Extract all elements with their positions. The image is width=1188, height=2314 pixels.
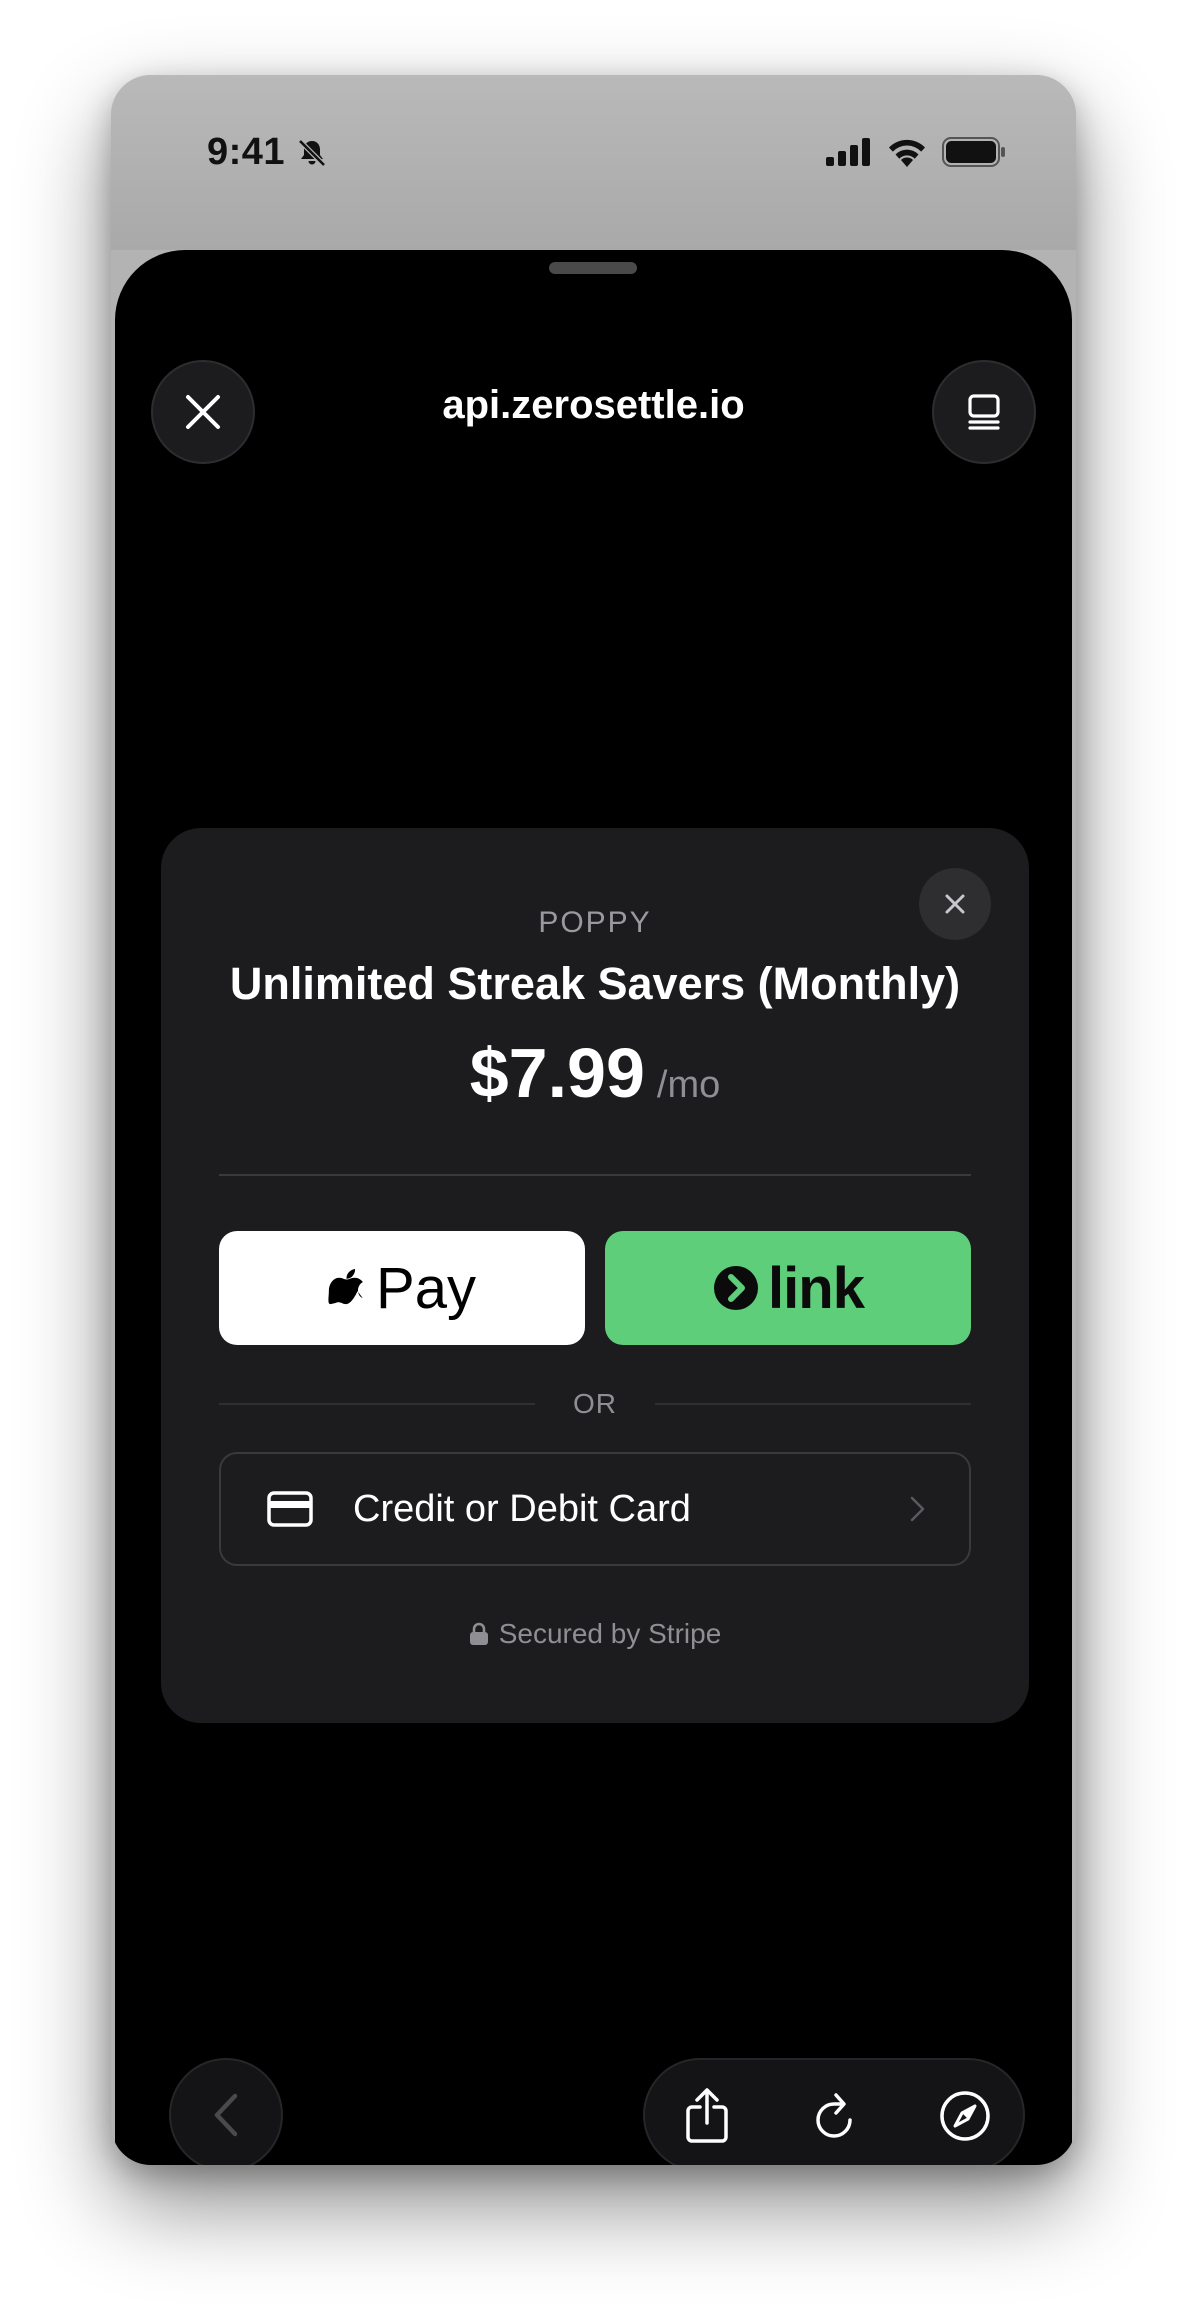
share-button[interactable] (673, 2082, 741, 2150)
product-title: Unlimited Streak Savers (Monthly) (229, 958, 961, 1009)
merchant-name: POPPY (538, 906, 652, 939)
apple-pay-label: Pay (376, 1255, 476, 1321)
link-pay-button[interactable]: link (605, 1231, 971, 1345)
link-logo-icon (714, 1266, 759, 1310)
lock-icon (469, 1622, 488, 1645)
secured-text: Secured by Stripe (498, 1618, 722, 1649)
url-title: api.zerosettle.io (442, 383, 745, 427)
page-menu-button[interactable] (932, 360, 1036, 464)
sheet-grabber[interactable] (549, 262, 637, 274)
status-bar: 9:41 (111, 75, 1076, 250)
or-separator: OR (219, 1388, 971, 1420)
or-line-left (219, 1403, 535, 1405)
phone-frame: 9:41 api.zerosettle.io POPPY Unlimited S… (111, 75, 1076, 2165)
back-button[interactable] (169, 2058, 283, 2165)
share-icon (686, 2088, 728, 2143)
browser-toolbar (643, 2058, 1025, 2165)
credit-card-icon (267, 1491, 313, 1527)
browser-sheet: api.zerosettle.io POPPY Unlimited Streak… (115, 250, 1072, 2165)
status-time: 9:41 (207, 131, 286, 173)
credit-card-option-button[interactable]: Credit or Debit Card (219, 1452, 971, 1566)
checkout-card: POPPY Unlimited Streak Savers (Monthly) … (161, 828, 1029, 1723)
apple-pay-button[interactable]: Pay (219, 1231, 585, 1345)
secured-note: Secured by Stripe (161, 1618, 1029, 1650)
divider (219, 1174, 971, 1176)
credit-card-option-label: Credit or Debit Card (353, 1487, 691, 1530)
apple-logo-icon (328, 1269, 363, 1305)
price-amount: $7.99 (469, 1034, 645, 1112)
battery-icon (942, 137, 1005, 167)
wifi-icon (889, 139, 925, 167)
chevron-right-icon (910, 1496, 925, 1522)
reload-icon (816, 2093, 852, 2138)
open-in-safari-button[interactable] (931, 2082, 999, 2150)
bell-muted-icon (298, 139, 326, 167)
price-period: /mo (656, 1064, 721, 1106)
or-line-right (655, 1403, 971, 1405)
reader-icon (968, 394, 1000, 430)
chevron-left-icon (214, 2093, 238, 2137)
or-text: OR (573, 1388, 617, 1419)
compass-icon (940, 2091, 990, 2141)
price-row: $7.99/mo (161, 1033, 1029, 1113)
cellular-signal-icon (826, 138, 870, 166)
reload-button[interactable] (801, 2082, 869, 2150)
link-label: link (768, 1255, 865, 1321)
